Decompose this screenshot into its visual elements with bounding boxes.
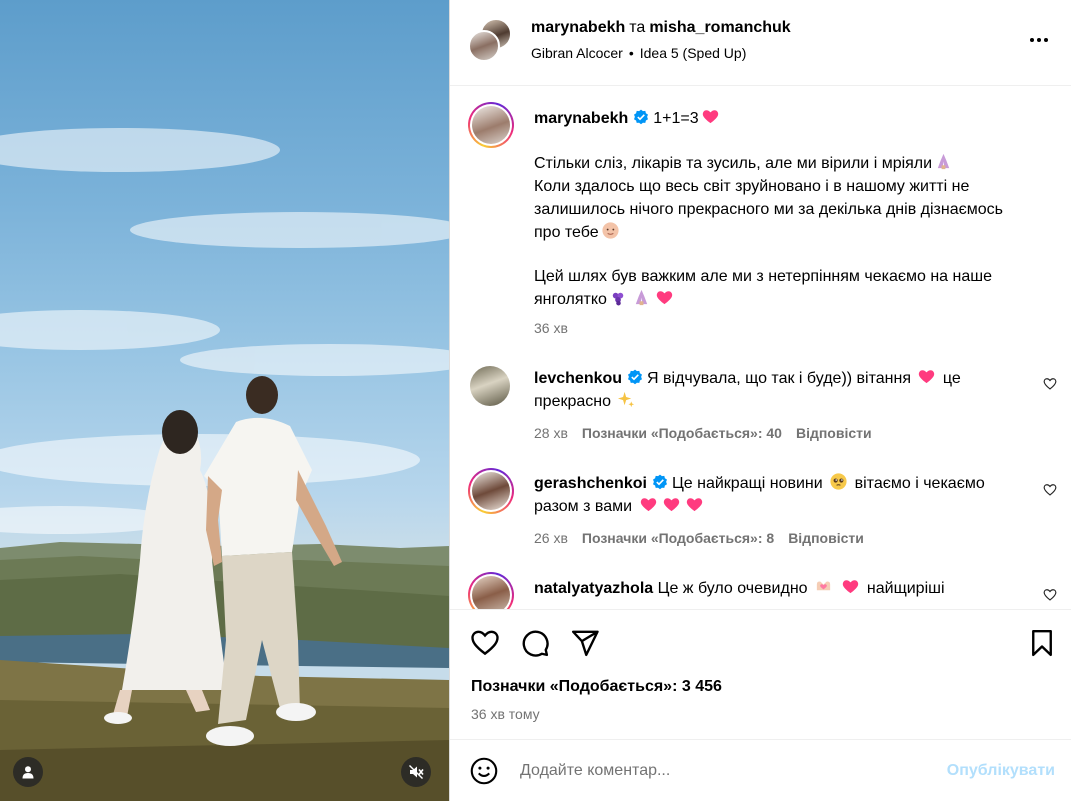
- avatar-marynabekh[interactable]: [468, 30, 500, 62]
- comment-time: 26 хв: [534, 530, 568, 546]
- post-likes-count[interactable]: Позначки «Подобається»: 3 456: [471, 678, 722, 696]
- verified-badge-icon: [628, 369, 643, 385]
- music-artist: Gibran Alcocer: [531, 45, 623, 61]
- comment-username[interactable]: natalyatyazhola: [534, 580, 653, 597]
- more-options-icon: [1030, 38, 1034, 42]
- post-detail-panel: marynabekh та misha_romanchuk Gibran Alcoc…: [450, 0, 1071, 801]
- comment-like-heart-icon[interactable]: [1043, 588, 1057, 602]
- comment-avatar[interactable]: [470, 366, 510, 406]
- music-track: Idea 5 (Sped Up): [639, 45, 747, 61]
- comment-avatar[interactable]: [468, 468, 514, 514]
- post-authors: marynabekh та misha_romanchuk: [531, 17, 791, 39]
- reply-button[interactable]: Відповісти: [796, 425, 872, 441]
- more-options-button[interactable]: [1027, 30, 1051, 50]
- comment-like-heart-icon[interactable]: [1043, 483, 1057, 497]
- pink-heart-icon: [702, 110, 718, 124]
- caption-paragraph-1: Стільки сліз, лікарів та зусиль, але ми …: [534, 152, 1024, 175]
- comment-likes-count[interactable]: Позначки «Подобається»: 8: [582, 530, 774, 546]
- comment-text: levchenkou Я відчувала, що так і буде)) в…: [534, 367, 1024, 413]
- author-link-marynabekh[interactable]: marynabekh: [531, 19, 625, 36]
- verified-badge-icon: [634, 109, 649, 125]
- comment-time: 28 хв: [534, 425, 568, 441]
- caption-first-line: marynabekh 1+1=3: [534, 107, 1024, 130]
- collab-avatars[interactable]: [468, 18, 512, 62]
- caption-title: 1+1=3: [653, 110, 699, 127]
- heart-icon[interactable]: [470, 628, 500, 658]
- comment-likes-count[interactable]: Позначки «Подобається»: 40: [582, 425, 782, 441]
- share-icon[interactable]: [570, 628, 600, 658]
- comment-username[interactable]: gerashchenkoi: [534, 475, 647, 492]
- caption-meta: 36 хв: [534, 319, 582, 337]
- video-frame: [0, 128, 449, 801]
- authors-separator: та: [629, 19, 646, 36]
- bookmark-icon[interactable]: [1027, 628, 1057, 658]
- author-link-misha-romanchuk[interactable]: misha_romanchuk: [649, 19, 790, 36]
- pink-heart-icon: [663, 498, 679, 512]
- pink-heart-icon-2: [656, 291, 673, 305]
- comment-avatar[interactable]: [468, 572, 514, 609]
- tagged-users-button[interactable]: [13, 757, 43, 787]
- caption-username[interactable]: marynabekh: [534, 110, 628, 127]
- caption-paragraph-2: Коли здалось що весь світ зруйновано і в…: [534, 178, 1003, 241]
- grapes-icon: [612, 292, 624, 306]
- user-tag-icon: [22, 766, 34, 779]
- comment-icon[interactable]: [520, 628, 550, 658]
- comment-text: gerashchenkoi Це найкращі новини вітаємо …: [534, 472, 1024, 518]
- pink-heart-icon: [843, 580, 859, 594]
- pink-heart-icon: [686, 498, 702, 512]
- comment-input[interactable]: [520, 754, 920, 788]
- pleading-face-icon: [830, 473, 847, 490]
- comment-meta: 26 хв Позначки «Подобається»: 8 Відповісти: [534, 529, 878, 547]
- verified-badge-icon: [652, 474, 667, 490]
- heart-hands-icon: [816, 581, 831, 591]
- pink-heart-icon: [919, 370, 935, 384]
- comment-like-heart-icon[interactable]: [1043, 377, 1057, 391]
- muted-speaker-icon: [409, 765, 424, 779]
- post-media-video[interactable]: [0, 0, 449, 801]
- comment-composer: Опублікувати: [450, 739, 1071, 801]
- comment-text: natalyatyazhola Це ж було очевидно найщи…: [534, 577, 1024, 600]
- comment-username[interactable]: levchenkou: [534, 370, 622, 387]
- pink-heart-icon: [640, 498, 656, 512]
- post-timestamp[interactable]: 36 хв тому: [471, 706, 540, 722]
- comment-meta: 28 хв Позначки «Подобається»: 40 Відповіст…: [534, 424, 886, 442]
- caption-avatar[interactable]: [468, 102, 514, 148]
- praying-hands-icon: [937, 153, 950, 170]
- sparkles-icon: [618, 391, 635, 408]
- post-header: marynabekh та misha_romanchuk Gibran Alcoc…: [450, 0, 1071, 86]
- post-actions: Позначки «Подобається»: 3 456 36 хв тому: [450, 609, 1071, 739]
- reply-button[interactable]: Відповісти: [788, 530, 864, 546]
- publish-button[interactable]: Опублікувати: [947, 762, 1055, 780]
- mute-toggle-button[interactable]: [401, 757, 431, 787]
- baby-face-icon: [602, 222, 619, 239]
- caption-time: 36 хв: [534, 320, 568, 336]
- audio-attribution[interactable]: Gibran Alcocer • Idea 5 (Sped Up): [531, 44, 746, 62]
- emoji-icon[interactable]: [470, 757, 498, 785]
- praying-hands-icon-2: [635, 289, 648, 306]
- caption-paragraph-3: Цей шлях був важким але ми з нетерпінням…: [534, 268, 992, 308]
- music-separator: •: [628, 45, 634, 61]
- comments-list[interactable]: marynabekh 1+1=3 Стільки сліз, лікарів та…: [450, 87, 1071, 609]
